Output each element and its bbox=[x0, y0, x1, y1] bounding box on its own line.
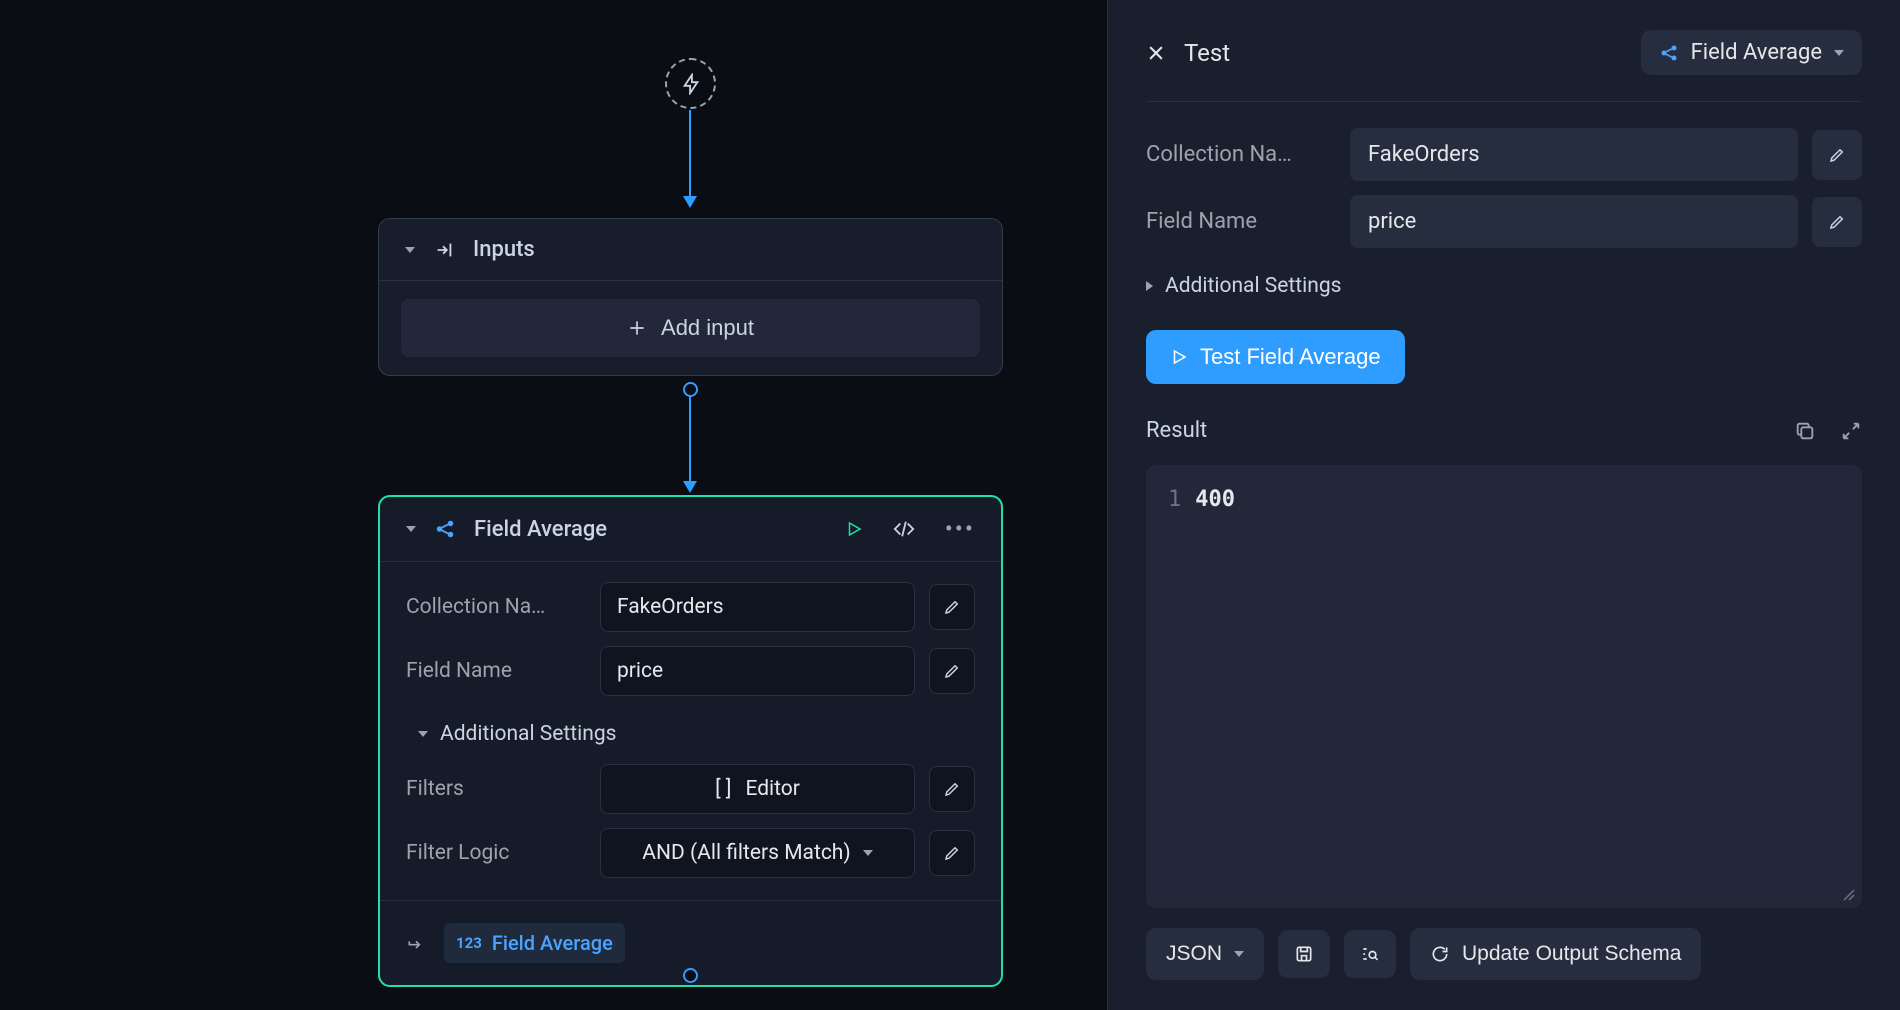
connector bbox=[689, 395, 691, 485]
filters-label: Filters bbox=[406, 777, 586, 801]
result-output[interactable]: 1 400 bbox=[1146, 465, 1862, 908]
arrow-down-icon bbox=[683, 481, 697, 493]
field-name-input[interactable]: price bbox=[600, 646, 915, 696]
additional-settings-toggle[interactable]: Additional Settings bbox=[406, 710, 975, 764]
edit-button[interactable] bbox=[929, 584, 975, 630]
field-name-input[interactable]: price bbox=[1350, 195, 1798, 248]
pencil-icon bbox=[943, 844, 961, 862]
collection-name-input[interactable]: FakeOrders bbox=[600, 582, 915, 632]
output-chip[interactable]: 123 Field Average bbox=[444, 923, 625, 963]
copy-button[interactable] bbox=[1794, 420, 1816, 442]
pencil-icon bbox=[1828, 213, 1846, 231]
play-icon bbox=[845, 520, 863, 538]
return-icon bbox=[406, 933, 426, 953]
inputs-node[interactable]: Inputs Add input bbox=[378, 218, 1003, 376]
save-icon bbox=[1294, 944, 1314, 964]
refresh-icon bbox=[1430, 944, 1450, 964]
chevron-down-icon bbox=[863, 850, 873, 856]
collection-name-label: Collection Na… bbox=[406, 595, 586, 619]
field-average-node[interactable]: Field Average ••• Collection Na… FakeOrd… bbox=[378, 495, 1003, 987]
search-code-button[interactable] bbox=[1344, 930, 1396, 978]
trigger-node[interactable] bbox=[665, 58, 716, 109]
pencil-icon bbox=[1828, 146, 1846, 164]
node-selector[interactable]: Field Average bbox=[1641, 30, 1862, 75]
code-button[interactable] bbox=[893, 518, 915, 540]
output-port[interactable] bbox=[683, 968, 698, 983]
more-button[interactable]: ••• bbox=[945, 515, 975, 543]
expand-button[interactable] bbox=[1840, 420, 1862, 442]
pencil-icon bbox=[943, 662, 961, 680]
copy-icon bbox=[1794, 420, 1816, 442]
pencil-icon bbox=[943, 780, 961, 798]
plus-icon bbox=[627, 318, 647, 338]
share-nodes-icon bbox=[434, 518, 456, 540]
edit-button[interactable] bbox=[929, 648, 975, 694]
run-button[interactable] bbox=[845, 520, 863, 538]
play-icon bbox=[1170, 348, 1188, 366]
collection-name-label: Collection Na… bbox=[1146, 142, 1336, 167]
edit-button[interactable] bbox=[1812, 130, 1862, 180]
filter-logic-select[interactable]: AND (All filters Match) bbox=[600, 828, 915, 878]
test-button[interactable]: Test Field Average bbox=[1146, 330, 1405, 384]
save-button[interactable] bbox=[1278, 930, 1330, 978]
node-header[interactable]: Inputs bbox=[379, 219, 1002, 281]
node-title: Inputs bbox=[473, 237, 535, 262]
panel-title: Test bbox=[1184, 39, 1230, 67]
share-nodes-icon bbox=[1659, 43, 1679, 63]
additional-settings-toggle[interactable]: Additional Settings bbox=[1146, 262, 1862, 316]
code-icon bbox=[893, 518, 915, 540]
test-panel: Test Field Average Collection Na… FakeOr… bbox=[1107, 0, 1900, 1010]
inspect-icon bbox=[1360, 944, 1380, 964]
pencil-icon bbox=[943, 598, 961, 616]
chevron-down-icon bbox=[418, 731, 428, 737]
field-name-label: Field Name bbox=[1146, 209, 1336, 234]
update-schema-button[interactable]: Update Output Schema bbox=[1410, 928, 1701, 980]
number-type-icon: 123 bbox=[456, 934, 482, 952]
resize-handle-icon[interactable] bbox=[1842, 888, 1856, 902]
chevron-down-icon[interactable] bbox=[406, 526, 416, 532]
expand-icon bbox=[1840, 420, 1862, 442]
edit-button[interactable] bbox=[1812, 197, 1862, 247]
filter-logic-label: Filter Logic bbox=[406, 841, 586, 865]
add-input-button[interactable]: Add input bbox=[401, 299, 980, 357]
input-icon bbox=[433, 239, 455, 261]
line-number: 1 bbox=[1168, 487, 1181, 512]
collection-name-input[interactable]: FakeOrders bbox=[1350, 128, 1798, 181]
chevron-down-icon bbox=[1234, 951, 1244, 957]
result-value: 400 bbox=[1195, 487, 1235, 512]
format-select[interactable]: JSON bbox=[1146, 928, 1264, 980]
lightning-icon bbox=[680, 73, 702, 95]
chevron-down-icon[interactable] bbox=[405, 247, 415, 253]
filters-editor-button[interactable]: [ ] Editor bbox=[600, 764, 915, 814]
connector bbox=[689, 110, 691, 200]
node-header[interactable]: Field Average ••• bbox=[380, 497, 1001, 562]
edit-button[interactable] bbox=[929, 766, 975, 812]
chevron-right-icon bbox=[1146, 281, 1153, 291]
edit-button[interactable] bbox=[929, 830, 975, 876]
arrow-down-icon bbox=[683, 196, 697, 208]
chevron-down-icon bbox=[1834, 50, 1844, 56]
workflow-canvas[interactable]: Inputs Add input Field Average bbox=[0, 0, 1107, 1010]
result-label: Result bbox=[1146, 418, 1207, 443]
node-title: Field Average bbox=[474, 517, 607, 542]
close-button[interactable] bbox=[1146, 43, 1166, 63]
field-name-label: Field Name bbox=[406, 659, 586, 683]
close-icon bbox=[1146, 43, 1166, 63]
